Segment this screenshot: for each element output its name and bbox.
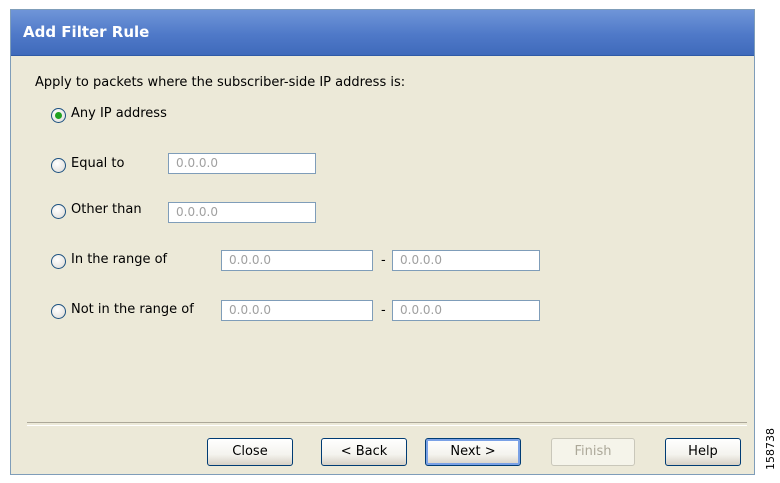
radio-equal-to[interactable] bbox=[51, 158, 66, 173]
in-range-to-field[interactable]: 0.0.0.0 bbox=[392, 250, 540, 271]
radio-not-in-range[interactable] bbox=[51, 304, 66, 319]
add-filter-rule-dialog: Add Filter Rule Apply to packets where t… bbox=[10, 9, 755, 475]
finish-button[interactable]: Finish bbox=[551, 438, 635, 466]
not-in-range-separator: - bbox=[381, 303, 386, 318]
equal-to-ip-field[interactable]: 0.0.0.0 bbox=[168, 153, 316, 174]
in-range-from-field[interactable]: 0.0.0.0 bbox=[221, 250, 373, 271]
option-other-than-label: Other than bbox=[71, 202, 142, 217]
button-separator bbox=[27, 422, 747, 426]
radio-in-range[interactable] bbox=[51, 254, 66, 269]
other-than-ip-field[interactable]: 0.0.0.0 bbox=[168, 202, 316, 223]
not-in-range-from-field[interactable]: 0.0.0.0 bbox=[221, 300, 373, 321]
help-button[interactable]: Help bbox=[665, 438, 741, 466]
close-button[interactable]: Close bbox=[207, 438, 293, 466]
back-button[interactable]: < Back bbox=[321, 438, 407, 466]
not-in-range-to-field[interactable]: 0.0.0.0 bbox=[392, 300, 540, 321]
radio-other-than[interactable] bbox=[51, 204, 66, 219]
figure-number: 158738 bbox=[764, 428, 777, 470]
option-equal-to-label: Equal to bbox=[71, 156, 125, 171]
radio-any-ip[interactable] bbox=[51, 108, 66, 123]
option-not-in-range-label: Not in the range of bbox=[71, 302, 194, 317]
dialog-title: Add Filter Rule bbox=[23, 23, 150, 41]
radio-selected-dot bbox=[55, 112, 62, 119]
option-in-range-label: In the range of bbox=[71, 252, 168, 267]
prompt-text: Apply to packets where the subscriber-si… bbox=[35, 75, 406, 90]
in-range-separator: - bbox=[381, 253, 386, 268]
title-bar: Add Filter Rule bbox=[11, 10, 754, 56]
option-any-ip-label: Any IP address bbox=[71, 106, 167, 121]
next-button[interactable]: Next > bbox=[425, 438, 521, 466]
